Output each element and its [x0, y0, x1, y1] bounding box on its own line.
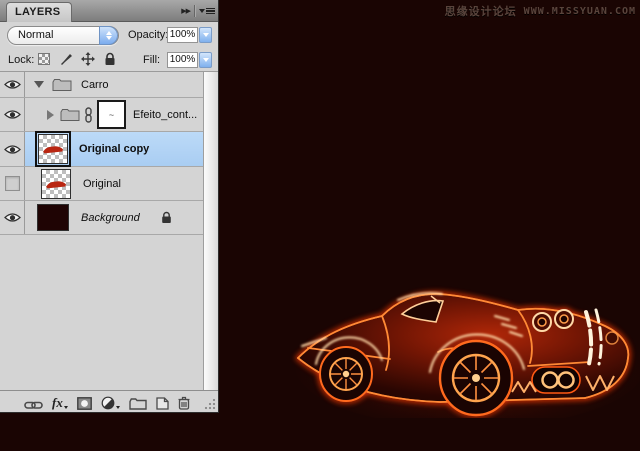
layer-thumbnail[interactable]	[37, 204, 69, 231]
chain-link-icon	[24, 400, 43, 410]
layer-styles-button[interactable]: fx	[52, 394, 68, 410]
eye-icon	[4, 144, 21, 155]
layer-name: Background	[81, 212, 140, 224]
delete-layer-button[interactable]	[178, 394, 190, 410]
watermark-site-name: 思缘设计论坛	[445, 3, 517, 19]
blend-mode-stepper-icon[interactable]	[99, 26, 118, 45]
layer-name: Carro	[81, 79, 109, 91]
fx-icon: fx	[52, 396, 63, 410]
lock-all-padlock-icon[interactable]	[102, 51, 117, 66]
front-wheel	[320, 347, 372, 401]
panel-controls: Normal Opacity: 100% Lock:	[0, 22, 218, 72]
thumbnail-car-icon	[45, 178, 68, 189]
disclosure-triangle-collapsed[interactable]	[47, 110, 54, 120]
lock-transparency-icon[interactable]	[36, 51, 51, 66]
layer-row-background[interactable]: Background	[0, 201, 204, 235]
visibility-toggle[interactable]	[0, 98, 25, 131]
layer-thumbnail[interactable]	[38, 134, 68, 164]
layer-row-original[interactable]: Original	[0, 167, 204, 201]
trash-icon	[178, 396, 190, 410]
eye-icon	[4, 79, 21, 90]
new-layer-button[interactable]	[156, 394, 169, 410]
scrollbar[interactable]	[203, 72, 218, 391]
fill-input[interactable]: 100%	[167, 52, 198, 68]
eye-empty-checkbox[interactable]	[5, 176, 20, 191]
blend-mode-select[interactable]: Normal	[7, 26, 119, 45]
layer-name: Original copy	[79, 143, 149, 155]
car-artwork	[290, 266, 640, 418]
layers-panel: LAYERS ▶▶ Normal Opacity: 100% Lock:	[0, 0, 219, 413]
panel-resize-grip[interactable]	[204, 398, 216, 410]
lock-position-move-icon[interactable]	[80, 51, 95, 66]
tab-layers[interactable]: LAYERS	[6, 2, 72, 22]
lock-pixels-brush-icon[interactable]	[58, 51, 73, 66]
lock-label: Lock:	[8, 54, 34, 66]
disclosure-triangle-expanded[interactable]	[34, 81, 44, 88]
layer-row-original-copy[interactable]: Original copy	[0, 132, 204, 167]
collapse-panel-icon[interactable]: ▶▶	[181, 7, 190, 15]
layer-name: Efeito_cont...	[133, 109, 197, 121]
opacity-input[interactable]: 100%	[167, 27, 198, 43]
thumbnail-car-icon	[42, 143, 65, 154]
layer-thumbnail[interactable]	[41, 169, 71, 199]
layer-mask-icon	[77, 397, 92, 410]
panel-tab-bar: LAYERS ▶▶	[0, 0, 218, 22]
new-layer-icon	[156, 397, 169, 410]
layer-mask-thumbnail[interactable]: ~	[97, 100, 126, 129]
layer-list: Carro ~ Efeito_cont...	[0, 72, 218, 391]
blend-mode-value: Normal	[18, 29, 53, 41]
layer-row-efeito[interactable]: ~ Efeito_cont...	[0, 98, 204, 132]
watermark: 思缘设计论坛 WWW.MISSYUAN.COM	[445, 3, 636, 19]
opacity-label: Opacity:	[128, 29, 168, 41]
layer-row-carro[interactable]: Carro	[0, 72, 204, 98]
new-group-folder-icon	[129, 398, 147, 410]
fill-label: Fill:	[143, 54, 160, 66]
rear-wheel	[440, 341, 512, 415]
new-adjustment-layer-button[interactable]	[101, 394, 120, 410]
panel-footer-toolbar: fx	[0, 390, 218, 412]
visibility-toggle[interactable]	[0, 132, 25, 166]
neon-car-illustration	[290, 266, 640, 418]
new-group-button[interactable]	[129, 394, 147, 410]
mask-link-chain-icon	[84, 107, 93, 123]
visibility-toggle[interactable]	[0, 72, 25, 97]
eye-icon	[4, 212, 21, 223]
fill-dropdown-button[interactable]	[199, 52, 212, 68]
visibility-toggle[interactable]	[0, 201, 25, 234]
visibility-toggle[interactable]	[0, 167, 25, 200]
watermark-site-url: WWW.MISSYUAN.COM	[524, 6, 636, 17]
panel-menu-icon[interactable]	[199, 8, 215, 15]
separator	[194, 5, 195, 17]
eye-icon	[4, 109, 21, 120]
group-folder-icon	[60, 108, 80, 122]
opacity-dropdown-button[interactable]	[199, 27, 212, 43]
group-folder-icon	[52, 78, 72, 92]
background-lock-icon	[161, 211, 172, 224]
link-layers-button[interactable]	[24, 394, 43, 410]
add-layer-mask-button[interactable]	[77, 394, 92, 410]
layer-name: Original	[83, 178, 121, 190]
adjustment-layer-icon	[101, 396, 115, 410]
